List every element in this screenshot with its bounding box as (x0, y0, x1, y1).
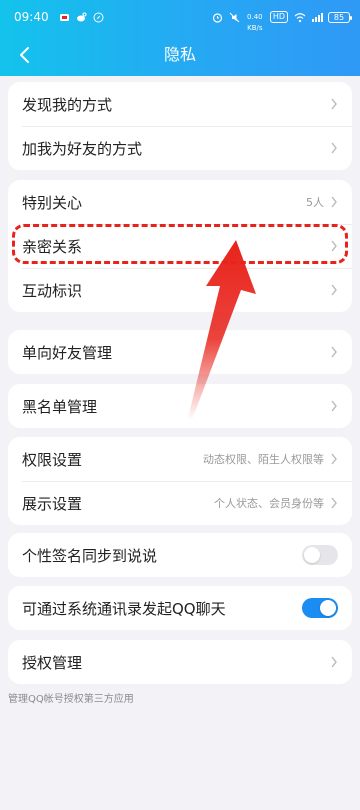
app-notification-icon (59, 12, 70, 23)
row-label: 可通过系统通讯录发起QQ聊天 (22, 599, 226, 618)
status-time: 09:40 (14, 10, 49, 24)
status-left: 09:40 (14, 10, 104, 24)
authorization-footnote: 管理QQ帐号授权第三方应用 (8, 694, 134, 705)
network-speed: 0.40 KB/s (247, 12, 263, 32)
contacts-chat-toggle[interactable] (302, 598, 338, 618)
row-discover-me[interactable]: 发现我的方式 (8, 82, 352, 126)
chevron-right-icon (331, 453, 337, 465)
row-label: 亲密关系 (22, 237, 83, 256)
row-signature-sync: 个性签名同步到说说 (8, 533, 352, 577)
compass-icon (93, 12, 104, 23)
row-label: 个性签名同步到说说 (22, 546, 158, 565)
row-label: 黑名单管理 (22, 397, 98, 416)
display-summary: 个人状态、会员身份等 (214, 497, 324, 510)
wifi-icon (294, 12, 306, 23)
chevron-right-icon (331, 98, 337, 110)
row-label: 加我为好友的方式 (22, 139, 143, 158)
permission-summary: 动态权限、陌生人权限等 (203, 453, 324, 466)
nav-bar: 隐私 (0, 34, 360, 76)
row-add-friend-method[interactable]: 加我为好友的方式 (8, 126, 352, 170)
hd-badge: HD (269, 11, 288, 23)
chevron-right-icon (331, 196, 337, 208)
row-contacts-chat: 可通过系统通讯录发起QQ聊天 (8, 586, 352, 630)
row-label: 展示设置 (22, 494, 83, 513)
row-label: 发现我的方式 (22, 95, 113, 114)
special-care-count: 5人 (306, 196, 324, 209)
row-label: 互动标识 (22, 281, 83, 300)
signature-sync-toggle[interactable] (302, 545, 338, 565)
row-blacklist-manage[interactable]: 黑名单管理 (8, 384, 352, 428)
chevron-right-icon (331, 142, 337, 154)
chevron-right-icon (331, 284, 337, 296)
alarm-icon (212, 12, 223, 23)
row-intimate-relationship[interactable]: 亲密关系 (8, 224, 352, 268)
chevron-right-icon (331, 656, 337, 668)
section-discovery: 发现我的方式 加我为好友的方式 (8, 82, 352, 170)
row-label: 特别关心 (22, 193, 83, 212)
chevron-right-icon (331, 497, 337, 509)
section-relations: 特别关心 5人 亲密关系 互动标识 (8, 180, 352, 312)
chevron-right-icon (331, 400, 337, 412)
row-label: 权限设置 (22, 450, 83, 469)
weibo-icon (76, 12, 87, 23)
signal-icon (311, 12, 323, 23)
row-interaction-badge[interactable]: 互动标识 (8, 268, 352, 312)
row-oneway-friend-manage[interactable]: 单向好友管理 (8, 330, 352, 374)
row-special-care[interactable]: 特别关心 5人 (8, 180, 352, 224)
row-label: 授权管理 (22, 653, 83, 672)
status-bar: 09:40 0.40 KB/s HD 85 (0, 0, 360, 34)
page-title: 隐私 (163, 45, 196, 64)
row-authorization-manage[interactable]: 授权管理 (8, 640, 352, 684)
row-display-settings[interactable]: 展示设置 个人状态、会员身份等 (8, 481, 352, 525)
section-permissions: 权限设置 动态权限、陌生人权限等 展示设置 个人状态、会员身份等 (8, 437, 352, 525)
section-signature-sync: 个性签名同步到说说 (8, 533, 352, 577)
section-blacklist: 黑名单管理 (8, 384, 352, 428)
status-right: 0.40 KB/s HD 85 (212, 11, 352, 32)
chevron-right-icon (331, 346, 337, 358)
row-label: 单向好友管理 (22, 343, 113, 362)
battery-indicator: 85 (328, 11, 352, 23)
toggle-knob (320, 600, 336, 616)
mute-icon (229, 12, 240, 23)
chevron-right-icon (331, 240, 337, 252)
section-oneway-friends: 单向好友管理 (8, 330, 352, 374)
section-contacts-chat: 可通过系统通讯录发起QQ聊天 (8, 586, 352, 630)
row-permission-settings[interactable]: 权限设置 动态权限、陌生人权限等 (8, 437, 352, 481)
section-authorization: 授权管理 (8, 640, 352, 684)
header: 09:40 0.40 KB/s HD 85 隐私 (0, 0, 360, 76)
toggle-knob (304, 547, 320, 563)
